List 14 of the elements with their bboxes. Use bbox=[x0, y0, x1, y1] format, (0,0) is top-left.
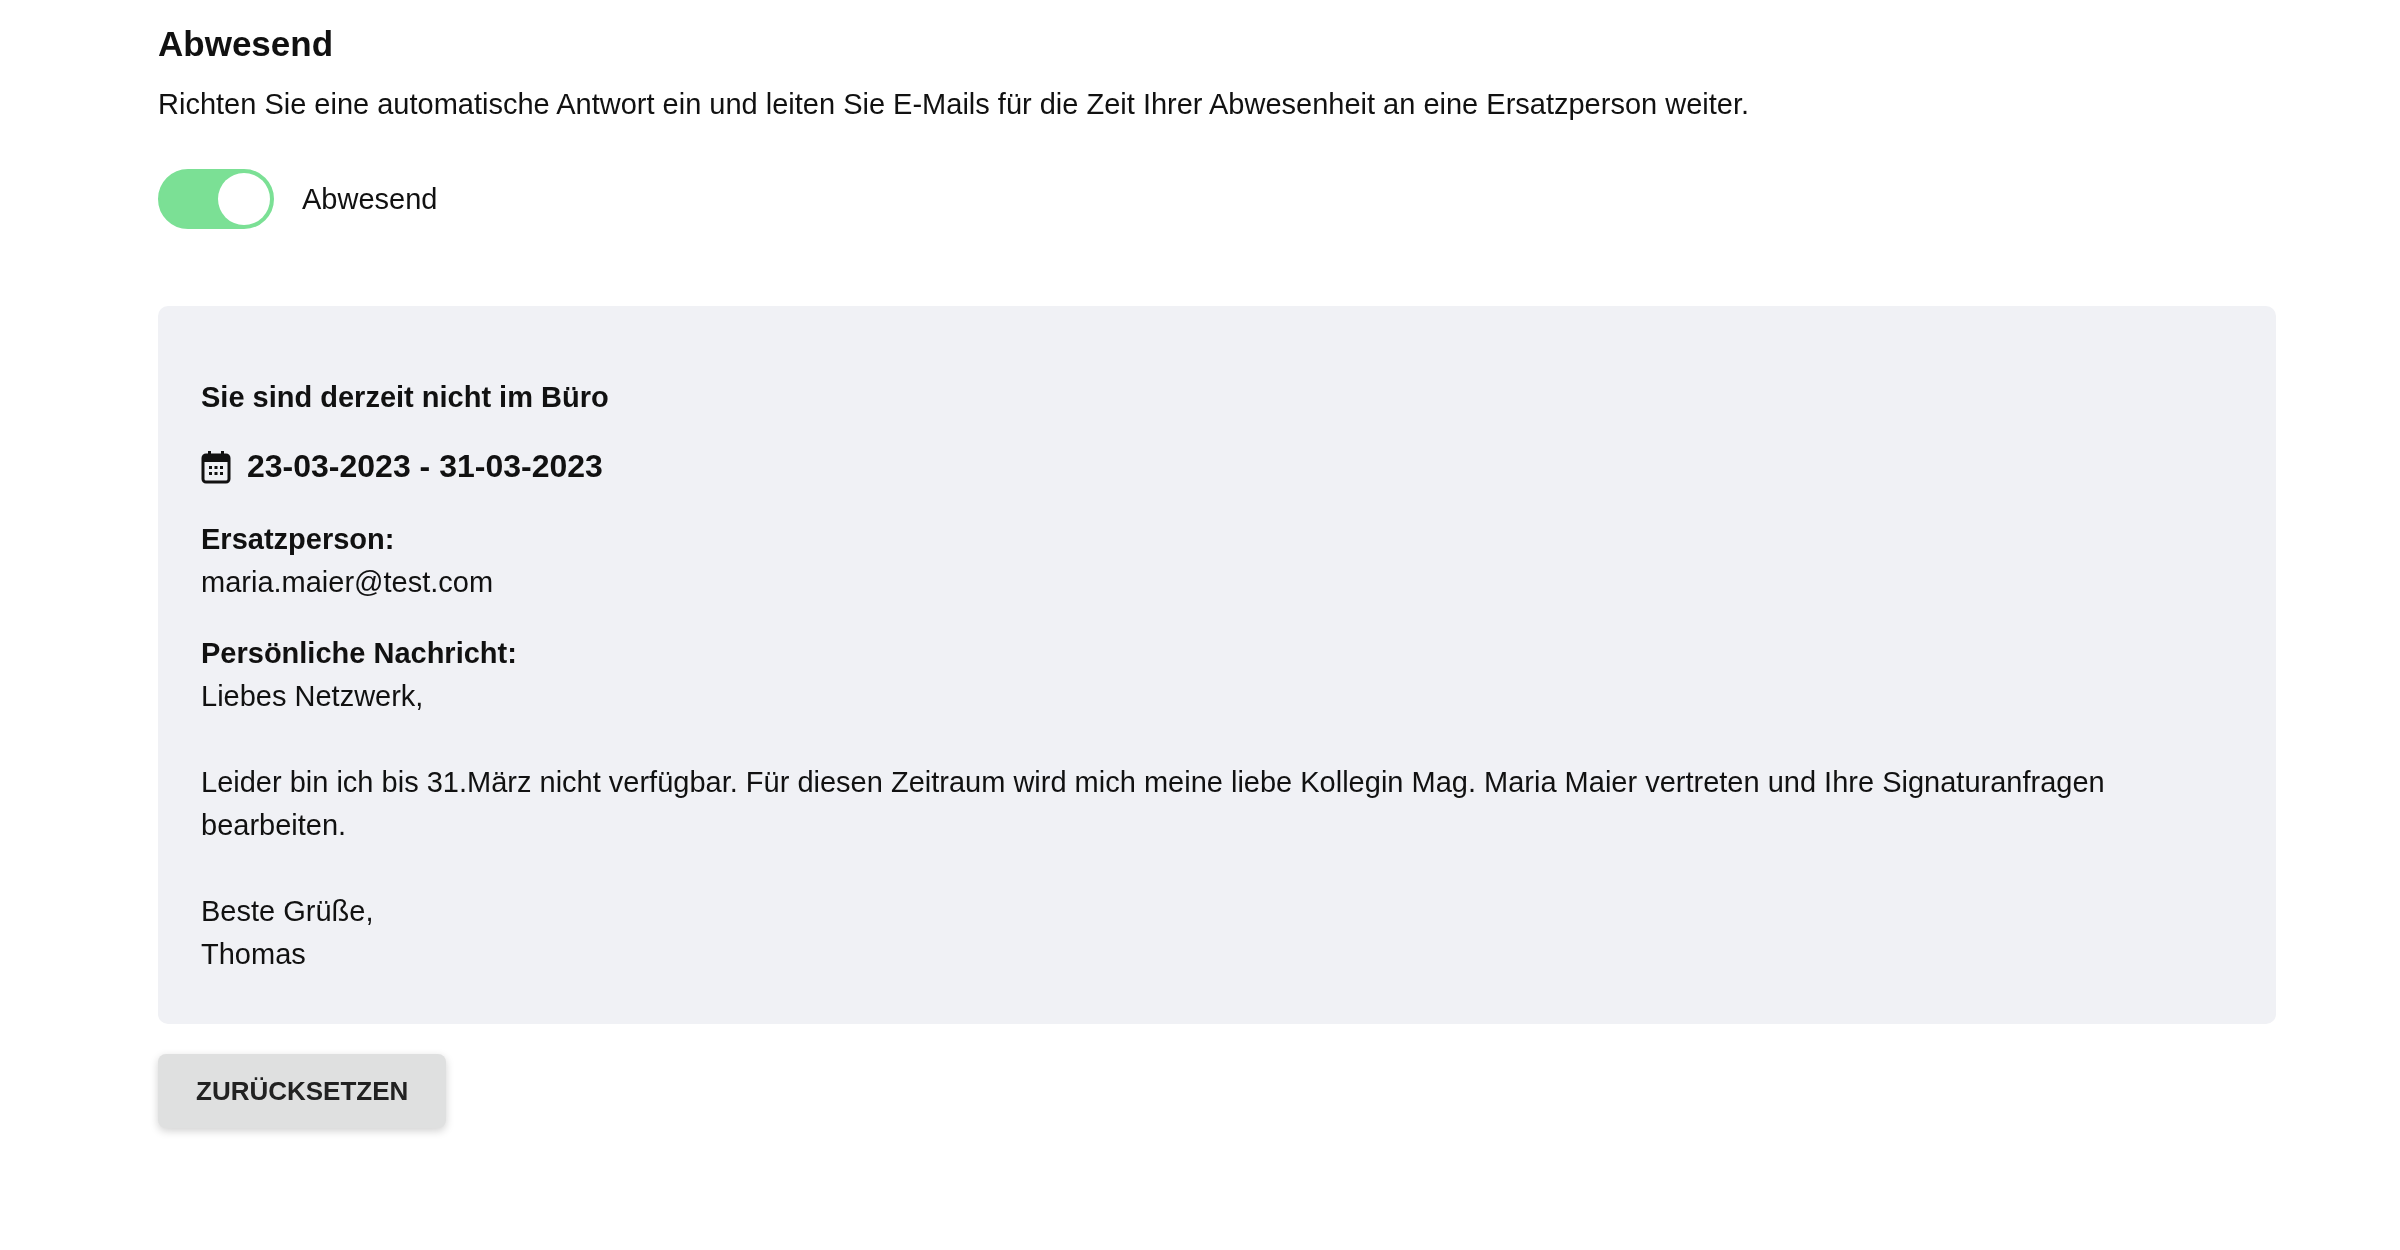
message-paragraph: Beste Grüße, Thomas bbox=[201, 894, 375, 972]
toggle-label: Abwesend bbox=[302, 182, 438, 216]
substitute-email: maria.maier@test.com bbox=[201, 566, 494, 598]
calendar-icon bbox=[201, 449, 231, 484]
message-paragraph: Liebes Netzwerk, bbox=[201, 679, 425, 714]
status-heading: Sie sind derzeit nicht im Büro bbox=[201, 380, 610, 415]
page-description: Richten Sie eine automatische Antwort ein und leiten Sie E-Mails für die Zeit Ihrer Abwesenheit an eine Ersatzperson weiter. bbox=[158, 88, 1751, 121]
reset-button[interactable]: ZURÜCKSETZEN bbox=[158, 1054, 447, 1128]
message-label: Persönliche Nachricht: bbox=[201, 636, 518, 671]
toggle-switch[interactable] bbox=[158, 169, 274, 229]
message-paragraph: Leider bin ich bis 31.März nicht verfügbar. Für diesen Zeitraum wird mich meine liebe Kollegin Mag. Maria Maier vertreten und Ihre Signaturanfragen bearbeiten. bbox=[201, 765, 2106, 843]
substitute-label: Ersatzperson: bbox=[201, 522, 396, 557]
page-title: Abwesend bbox=[158, 24, 335, 64]
date-range: 23-03-2023 - 31-03-2023 bbox=[247, 447, 603, 486]
